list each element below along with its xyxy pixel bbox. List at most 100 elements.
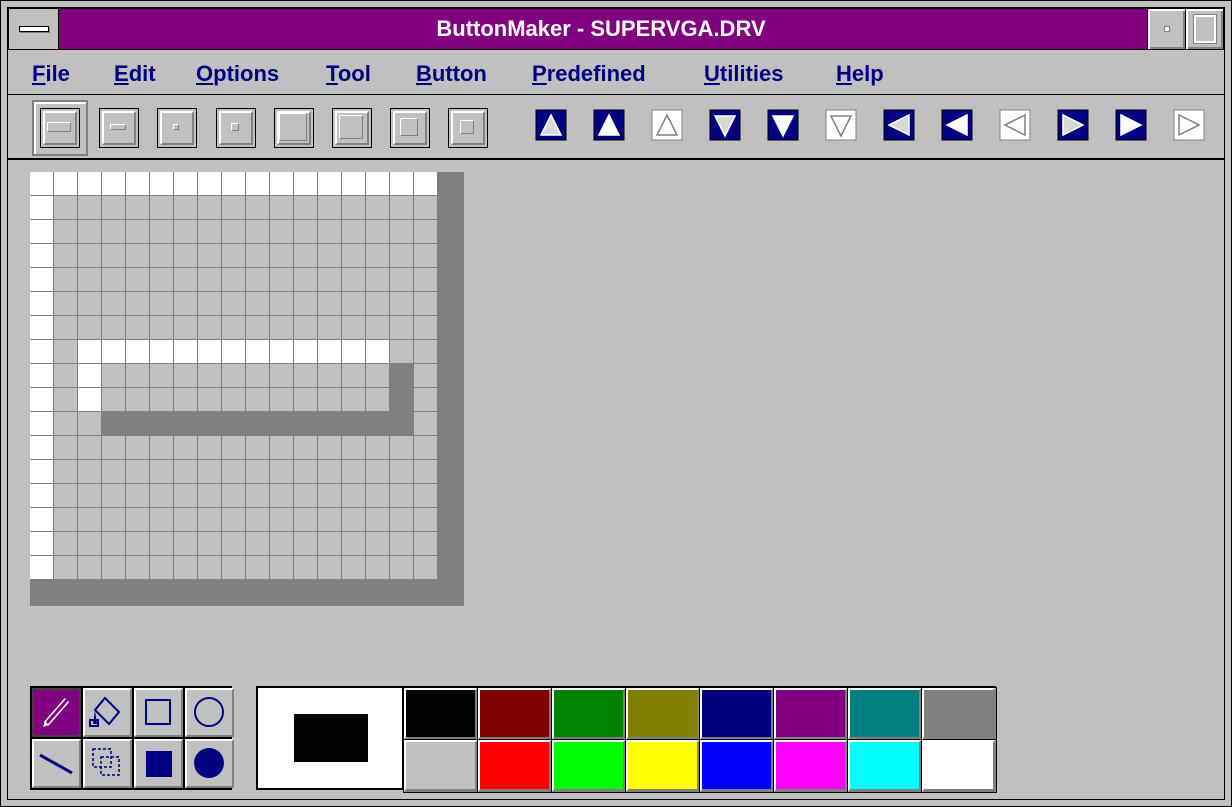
pencil-tool-button[interactable] xyxy=(32,688,81,737)
pixel-cell[interactable] xyxy=(78,388,102,412)
pixel-cell[interactable] xyxy=(102,340,126,364)
pixel-cell[interactable] xyxy=(150,388,174,412)
pixel-cell[interactable] xyxy=(270,172,294,196)
arrow-up-filled-button[interactable] xyxy=(592,108,632,148)
menu-tool[interactable]: Tool xyxy=(326,51,371,95)
pixel-cell[interactable] xyxy=(414,340,438,364)
pixel-cell[interactable] xyxy=(150,436,174,460)
square-tiny-button[interactable] xyxy=(448,108,488,148)
pixel-cell[interactable] xyxy=(366,220,390,244)
pixel-cell[interactable] xyxy=(318,340,342,364)
pixel-cell[interactable] xyxy=(270,340,294,364)
pixel-cell[interactable] xyxy=(102,532,126,556)
pixel-cell[interactable] xyxy=(318,220,342,244)
pixel-cell[interactable] xyxy=(126,172,150,196)
pixel-cell[interactable] xyxy=(390,196,414,220)
pixel-cell[interactable] xyxy=(318,316,342,340)
pixel-cell[interactable] xyxy=(390,508,414,532)
pixel-cell[interactable] xyxy=(198,364,222,388)
pixel-cell[interactable] xyxy=(174,388,198,412)
pixel-cell[interactable] xyxy=(54,364,78,388)
color-swatch[interactable] xyxy=(921,739,997,793)
color-swatch[interactable] xyxy=(773,687,849,741)
pixel-cell[interactable] xyxy=(366,436,390,460)
pixel-cell[interactable] xyxy=(222,316,246,340)
pixel-cell[interactable] xyxy=(294,460,318,484)
pixel-cell[interactable] xyxy=(78,292,102,316)
pixel-cell[interactable] xyxy=(198,292,222,316)
pixel-cell[interactable] xyxy=(78,196,102,220)
pixel-cell[interactable] xyxy=(294,340,318,364)
pixel-cell[interactable] xyxy=(270,484,294,508)
menu-button[interactable]: Button xyxy=(416,51,487,95)
rectangle-outline-tool-button[interactable] xyxy=(134,688,183,737)
color-swatch[interactable] xyxy=(477,687,553,741)
pixel-cell[interactable] xyxy=(102,196,126,220)
pixel-cell[interactable] xyxy=(390,460,414,484)
pixel-cell[interactable] xyxy=(222,220,246,244)
pixel-cell[interactable] xyxy=(126,364,150,388)
pixel-cell[interactable] xyxy=(246,508,270,532)
pixel-cell[interactable] xyxy=(366,172,390,196)
pixel-cell[interactable] xyxy=(366,412,390,436)
pixel-cell[interactable] xyxy=(102,244,126,268)
pixel-cell[interactable] xyxy=(318,196,342,220)
pixel-cell[interactable] xyxy=(366,364,390,388)
pixel-cell[interactable] xyxy=(270,388,294,412)
pixel-cell[interactable] xyxy=(270,556,294,580)
pixel-cell[interactable] xyxy=(366,292,390,316)
pixel-cell[interactable] xyxy=(30,292,54,316)
pixel-cell[interactable] xyxy=(126,220,150,244)
selection-tool-button[interactable] xyxy=(83,739,132,788)
pixel-cell[interactable] xyxy=(246,436,270,460)
pixel-cell[interactable] xyxy=(246,340,270,364)
pixel-cell[interactable] xyxy=(318,364,342,388)
pixel-cell[interactable] xyxy=(174,316,198,340)
pixel-cell[interactable] xyxy=(30,364,54,388)
pixel-cell[interactable] xyxy=(270,532,294,556)
pixel-cell[interactable] xyxy=(414,388,438,412)
pixel-cell[interactable] xyxy=(150,244,174,268)
pixel-cell[interactable] xyxy=(342,196,366,220)
pixel-cell[interactable] xyxy=(174,484,198,508)
pixel-cell[interactable] xyxy=(414,508,438,532)
system-menu-button[interactable] xyxy=(9,9,59,49)
pixel-cell[interactable] xyxy=(150,172,174,196)
menu-file[interactable]: File xyxy=(32,51,70,95)
pixel-cell[interactable] xyxy=(222,484,246,508)
pixel-cell[interactable] xyxy=(246,556,270,580)
pixel-cell[interactable] xyxy=(222,196,246,220)
pixel-cell[interactable] xyxy=(342,508,366,532)
pixel-cell[interactable] xyxy=(150,364,174,388)
pixel-cell[interactable] xyxy=(198,220,222,244)
pixel-cell[interactable] xyxy=(78,508,102,532)
pixel-cell[interactable] xyxy=(30,436,54,460)
arrow-left-filled-button[interactable] xyxy=(940,108,980,148)
pixel-cell[interactable] xyxy=(270,244,294,268)
pixel-cell[interactable] xyxy=(390,244,414,268)
pixel-cell[interactable] xyxy=(198,244,222,268)
pixel-cell[interactable] xyxy=(54,172,78,196)
pixel-cell[interactable] xyxy=(414,364,438,388)
pixel-cell[interactable] xyxy=(174,436,198,460)
pixel-cell[interactable] xyxy=(390,340,414,364)
pixel-cell[interactable] xyxy=(318,508,342,532)
pixel-cell[interactable] xyxy=(414,292,438,316)
pixel-cell[interactable] xyxy=(318,292,342,316)
pixel-cell[interactable] xyxy=(102,172,126,196)
color-swatch[interactable] xyxy=(551,687,627,741)
pixel-cell[interactable] xyxy=(150,220,174,244)
pixel-cell[interactable] xyxy=(150,292,174,316)
pixel-editor[interactable] xyxy=(30,172,464,606)
pixel-cell[interactable] xyxy=(78,556,102,580)
pixel-cell[interactable] xyxy=(366,268,390,292)
square-medium-button[interactable] xyxy=(332,108,372,148)
pixel-cell[interactable] xyxy=(390,292,414,316)
pixel-cell[interactable] xyxy=(222,364,246,388)
pixel-cell[interactable] xyxy=(78,484,102,508)
pixel-cell[interactable] xyxy=(414,412,438,436)
pixel-cell[interactable] xyxy=(342,292,366,316)
pixel-cell[interactable] xyxy=(174,196,198,220)
pixel-cell[interactable] xyxy=(366,508,390,532)
pixel-cell[interactable] xyxy=(390,316,414,340)
